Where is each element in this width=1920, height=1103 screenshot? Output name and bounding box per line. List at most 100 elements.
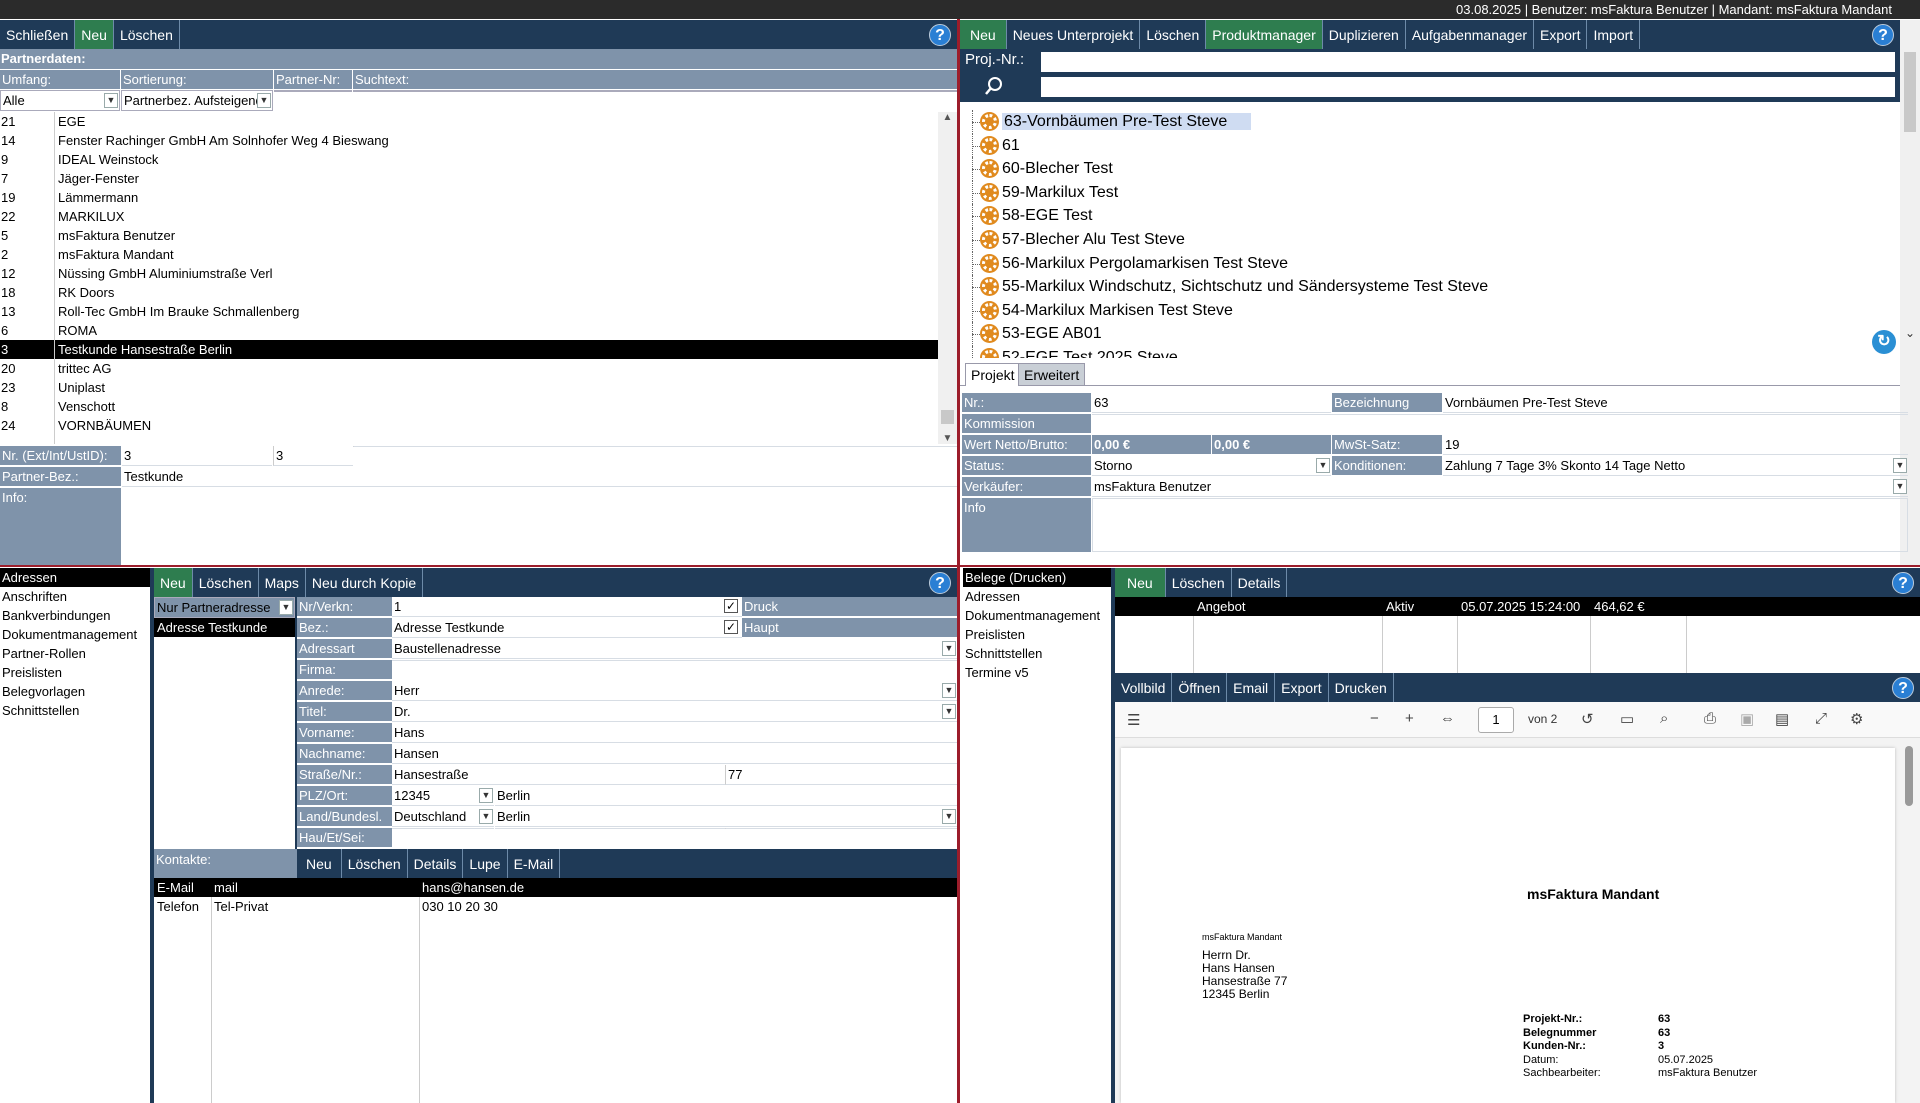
export-pdf-button[interactable]: Export: [1275, 673, 1329, 702]
sidebar-item[interactable]: Dokumentmanagement: [0, 625, 150, 644]
tree-item[interactable]: 52-EGE Test 2025 Steve: [966, 345, 1896, 358]
int-nr-input[interactable]: 3: [273, 446, 353, 466]
list-item[interactable]: 8 Venschott: [0, 397, 938, 416]
strasse-input[interactable]: Hansestraße: [392, 765, 725, 785]
list-item[interactable]: 14 Fenster Rachinger GmbH Am Solnhofer We…: [0, 131, 938, 150]
nr-input[interactable]: 1: [392, 597, 742, 617]
maps-button[interactable]: Maps: [259, 568, 306, 597]
plz-select[interactable]: 12345 ▼: [392, 786, 494, 806]
address-filter-select[interactable]: Nur Partneradresse ▼: [154, 597, 295, 618]
page-view-icon[interactable]: ▭: [1620, 710, 1634, 728]
sidebar-item[interactable]: Belegvorlagen: [0, 682, 150, 701]
tree-item[interactable]: 56-Markilux Pergolamarkisen Test Steve: [966, 251, 1896, 276]
sidebar-item[interactable]: Termine v5: [963, 663, 1111, 682]
list-item[interactable]: 18 RK Doors: [0, 283, 938, 302]
table-row[interactable]: E-Mail mail hans@hansen.de: [154, 878, 957, 897]
tree-item[interactable]: 59-Markilux Test: [966, 180, 1896, 205]
tree-item[interactable]: 63-Vornbäumen Pre-Test Steve: [966, 110, 1896, 134]
gear-icon[interactable]: ⚙: [1850, 710, 1863, 728]
hau-select[interactable]: ▼: [392, 828, 494, 829]
print-button[interactable]: Drucken: [1329, 673, 1394, 702]
beleg-details-button[interactable]: Details: [1232, 568, 1288, 597]
proj-info-textarea[interactable]: [1092, 498, 1908, 552]
delete-project-button[interactable]: Löschen: [1140, 20, 1207, 49]
list-item[interactable]: 21 EGE: [0, 112, 938, 131]
copy-address-button[interactable]: Neu durch Kopie: [306, 568, 424, 597]
list-item[interactable]: 23 Uniplast: [0, 378, 938, 397]
help-icon[interactable]: ?: [1892, 572, 1914, 594]
splitter[interactable]: [957, 19, 960, 1103]
table-row[interactable]: Angebot Aktiv 05.07.2025 15:24:00 464,62…: [1115, 597, 1920, 616]
expand-icon[interactable]: ⤢: [1815, 710, 1827, 727]
titel-select[interactable]: Dr. ▼: [392, 702, 957, 722]
haupt-checkbox[interactable]: ✓: [724, 620, 738, 634]
page-input[interactable]: 1: [1478, 707, 1514, 733]
tree-item[interactable]: 60-Blecher Test: [966, 157, 1896, 181]
sidebar-item[interactable]: Schnittstellen: [0, 701, 150, 720]
close-button[interactable]: Schließen: [0, 20, 76, 49]
task-manager-button[interactable]: Aufgabenmanager: [1406, 20, 1535, 49]
proj-nr-input[interactable]: 63: [1092, 393, 1331, 413]
list-item[interactable]: 12 Nüssing GmbH Aluminiumstraße Verl: [0, 264, 938, 283]
open-button[interactable]: Öffnen: [1172, 673, 1228, 702]
new-project-button[interactable]: Neu: [960, 20, 1007, 49]
list-item[interactable]: 6 ROMA: [0, 321, 938, 340]
import-button[interactable]: Import: [1587, 20, 1641, 49]
duplicate-button[interactable]: Duplizieren: [1323, 20, 1406, 49]
list-item[interactable]: 24 VORNBÄUMEN: [0, 416, 938, 435]
sidebar-item[interactable]: Belege (Drucken): [963, 568, 1111, 587]
mwst-input[interactable]: 19: [1443, 435, 1908, 455]
splitter[interactable]: [0, 565, 1920, 567]
sort-select[interactable]: Partnerbez. Aufsteigend ▼: [121, 90, 273, 111]
scroll-thumb[interactable]: [1904, 52, 1916, 132]
list-item[interactable]: 3 Testkunde Hansestraße Berlin: [0, 340, 938, 359]
search-text-input[interactable]: [353, 90, 957, 92]
chevron-down-icon[interactable]: ⌄: [1900, 326, 1920, 340]
export-button[interactable]: Export: [1534, 20, 1588, 49]
new-beleg-button[interactable]: Neu: [1115, 568, 1166, 597]
new-address-button[interactable]: Neu: [154, 568, 193, 597]
sidebar-item[interactable]: Adressen: [963, 587, 1111, 606]
ext-nr-input[interactable]: 3: [122, 446, 272, 466]
tree-item[interactable]: 55-Markilux Windschutz, Sichtschutz und …: [966, 275, 1896, 299]
list-item[interactable]: 20 trittec AG: [0, 359, 938, 378]
tree-item[interactable]: 61: [966, 133, 1896, 158]
bundesland-select[interactable]: Berlin ▼: [495, 807, 957, 827]
help-icon[interactable]: ?: [929, 572, 951, 594]
sidebar-item[interactable]: Anschriften: [0, 587, 150, 606]
help-icon[interactable]: ?: [1872, 24, 1894, 46]
partner-list-scrollbar[interactable]: ▲ ▼: [938, 112, 957, 444]
tree-item[interactable]: 58-EGE Test: [966, 204, 1896, 228]
vorname-input[interactable]: Hans: [392, 723, 957, 743]
chevron-down-icon[interactable]: ▼: [938, 433, 957, 444]
tree-item[interactable]: 57-Blecher Alu Test Steve: [966, 227, 1896, 252]
rotate-icon[interactable]: ↺: [1581, 710, 1594, 728]
email-button[interactable]: E-Mail: [508, 849, 561, 878]
tree-item[interactable]: 53-EGE AB01: [966, 322, 1896, 346]
bez-input[interactable]: Adresse Testkunde: [392, 618, 742, 638]
print-icon[interactable]: ⎙: [1704, 710, 1716, 727]
new-partner-button[interactable]: Neu: [75, 20, 114, 49]
ort-input[interactable]: Berlin: [495, 786, 957, 806]
save-icon[interactable]: ▣: [1740, 710, 1754, 728]
sidebar-item[interactable]: Preislisten: [963, 625, 1111, 644]
kommission-input[interactable]: [1092, 414, 1908, 415]
partner-no-input[interactable]: [274, 90, 352, 92]
list-item[interactable]: 2 msFaktura Mandant: [0, 245, 938, 264]
tab-projekt[interactable]: Projekt: [965, 363, 1021, 386]
sidebar-item[interactable]: Partner-Rollen: [0, 644, 150, 663]
partner-info-textarea[interactable]: [122, 488, 957, 565]
sidebar-item[interactable]: Schnittstellen: [963, 644, 1111, 663]
partner-bez-input[interactable]: Testkunde: [122, 467, 957, 487]
delete-contact-button[interactable]: Löschen: [342, 849, 408, 878]
delete-partner-button[interactable]: Löschen: [114, 20, 180, 49]
firma-input[interactable]: [392, 660, 957, 661]
refresh-icon[interactable]: ↻: [1872, 330, 1896, 354]
zoom-out-icon[interactable]: −: [1370, 710, 1379, 727]
konditionen-select[interactable]: Zahlung 7 Tage 3% Skonto 14 Tage Netto ▼: [1443, 456, 1908, 476]
nachname-input[interactable]: Hansen: [392, 744, 957, 764]
land-select[interactable]: Deutschland ▼: [392, 807, 494, 827]
new-contact-button[interactable]: Neu: [297, 849, 342, 878]
search-icon[interactable]: [984, 76, 1004, 96]
tree-item[interactable]: 54-Markilux Markisen Test Steve: [966, 298, 1896, 323]
